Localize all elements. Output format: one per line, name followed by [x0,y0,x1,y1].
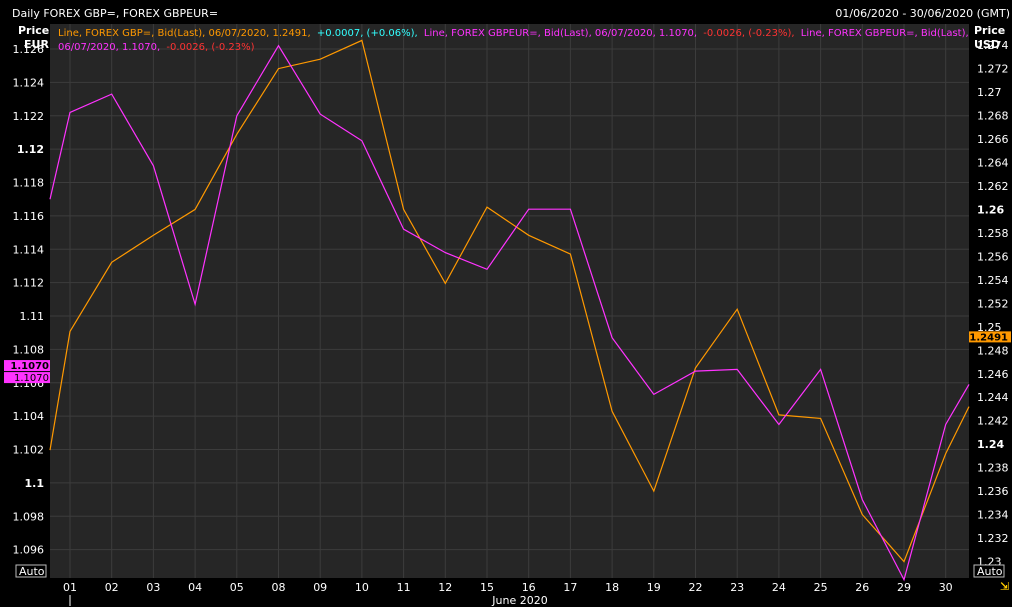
legend-gbpeur-change-2: -0.0026, (-0.23%) [166,42,254,53]
left-tick-label: 1.124 [13,76,45,89]
chart-canvas[interactable]: 1.0961.0981.11.1021.1041.1061.1081.111.1… [0,0,1012,607]
plot-area[interactable] [50,24,969,578]
x-tick-label: 16 [522,581,536,594]
left-tick-label: 1.114 [13,243,45,256]
right-tick-label: 1.272 [977,63,1009,76]
right-axis-title-price: Price [974,24,1005,37]
legend-line-2: 06/07/2020, 1.1070, -0.0026, (-0.23%) [58,42,255,53]
x-tick-label: 08 [272,581,286,594]
right-axis: 1.231.2321.2341.2361.2381.241.2421.2441.… [977,39,1009,568]
left-auto-button[interactable]: Auto [15,564,47,578]
left-last-value-2: 1.1070 [14,373,49,384]
x-tick-label: 19 [647,581,661,594]
right-tick-label: 1.264 [977,157,1009,170]
right-tick-label: 1.27 [977,86,1002,99]
x-tick-label: 05 [230,581,244,594]
svg-text:⇲: ⇲ [1000,580,1009,593]
right-axis-title-currency: USD [974,38,1000,51]
right-last-value: 1.2491 [969,332,1008,343]
right-tick-label: 1.266 [977,133,1009,146]
left-tick-label: 1.104 [13,410,45,423]
legend-gbpeur-desc: Line, FOREX GBPEUR=, Bid(Last), 06/07/20… [424,28,697,39]
right-tick-label: 1.236 [977,485,1009,498]
right-tick-label: 1.246 [977,368,1009,381]
corner-resize-icon[interactable]: ⇲ [999,579,1011,593]
right-tick-label: 1.242 [977,415,1009,428]
left-tick-label: 1.112 [13,277,45,290]
right-tick-label: 1.258 [977,227,1009,240]
right-tick-label: 1.238 [977,462,1009,475]
right-tick-label: 1.262 [977,180,1009,193]
right-tick-label: 1.232 [977,532,1009,545]
x-tick-label: 12 [438,581,452,594]
left-last-value: 1.1070 [10,361,49,372]
left-tick-label: 1.098 [13,510,45,523]
x-tick-label: 03 [146,581,160,594]
legend-gbp-change: +0.0007, (+0.06%), [317,28,418,39]
right-auto-label: Auto [977,565,1003,578]
x-tick-label: 02 [105,581,119,594]
x-tick-label: 22 [689,581,703,594]
left-tick-label: 1.11 [20,310,45,323]
left-tick-label: 1.122 [13,110,45,123]
left-tick-label: 1.116 [13,210,45,223]
right-tick-label: 1.244 [977,391,1009,404]
left-tick-label: 1.102 [13,444,45,457]
x-tick-label: 23 [730,581,744,594]
x-tick-label: 15 [480,581,494,594]
right-tick-label: 1.254 [977,274,1009,287]
right-tick-label: 1.248 [977,344,1009,357]
right-tick-label: 1.252 [977,297,1009,310]
right-last-value-badge: 1.2491 [969,331,1011,343]
left-tick-label: 1.096 [13,544,45,557]
legend-line-1: Line, FOREX GBP=, Bid(Last), 06/07/2020,… [58,28,969,39]
right-tick-label: 1.24 [977,438,1004,451]
x-tick-label: 29 [897,581,911,594]
x-tick-label: 30 [939,581,953,594]
x-tick-label: 01 [63,581,77,594]
left-auto-label: Auto [19,565,45,578]
legend-tail-desc: Line, FOREX GBPEUR=, Bid(Last), [801,28,969,39]
x-tick-label: 04 [188,581,202,594]
left-axis: 1.0961.0981.11.1021.1041.1061.1081.111.1… [13,43,45,557]
right-tick-label: 1.26 [977,203,1004,216]
left-axis-title-currency: EUR [24,38,49,51]
right-tick-label: 1.234 [977,509,1009,522]
x-tick-label: 11 [397,581,411,594]
x-tick-label: 26 [855,581,869,594]
x-tick-label: 25 [814,581,828,594]
left-tick-label: 1.1 [25,477,45,490]
left-tick-label: 1.12 [17,143,44,156]
x-tick-label: 18 [605,581,619,594]
x-axis-label: June 2020 [491,594,547,607]
x-tick-label: 10 [355,581,369,594]
left-tick-label: 1.108 [13,343,45,356]
legend-gbpeur-desc-2: 06/07/2020, 1.1070, [58,42,160,53]
x-tick-label: 17 [563,581,577,594]
legend-gbp-desc: Line, FOREX GBP=, Bid(Last), 06/07/2020,… [58,28,311,39]
x-tick-label: 24 [772,581,786,594]
left-last-value-badge: 1.1070 1.1070 [4,360,50,384]
left-tick-label: 1.118 [13,177,45,190]
legend-gbpeur-change: -0.0026, (-0.23%), [703,28,794,39]
right-auto-button[interactable]: Auto [973,564,1005,578]
right-tick-label: 1.256 [977,250,1009,263]
left-axis-title-price: Price [18,24,49,37]
right-tick-label: 1.268 [977,110,1009,123]
x-tick-label: 09 [313,581,327,594]
